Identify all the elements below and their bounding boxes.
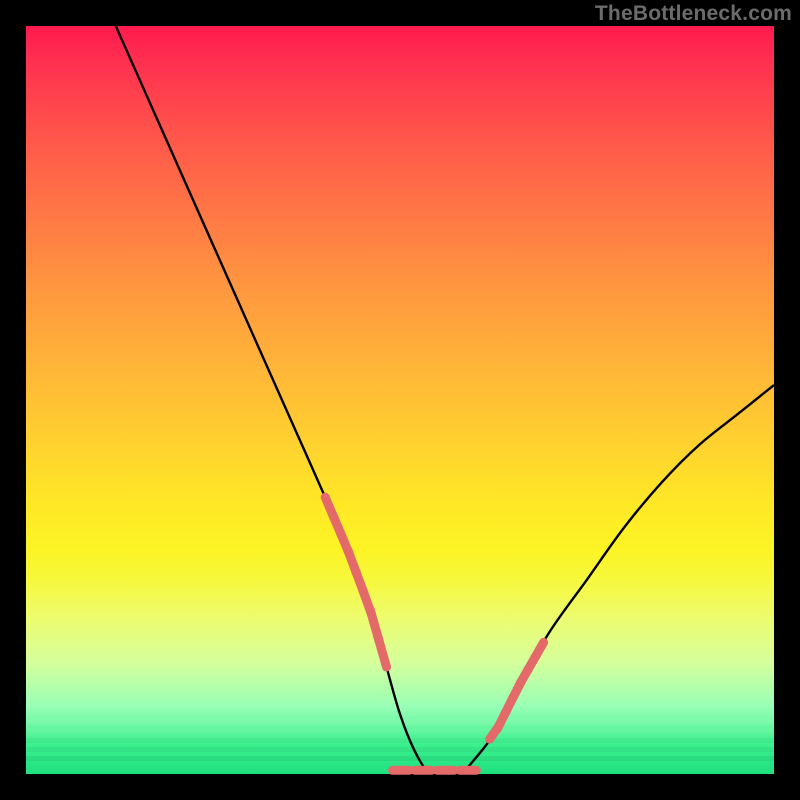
watermark-text: TheBottleneck.com [595,2,792,26]
valley-markers [325,497,543,770]
chart-area [26,26,774,774]
chart-svg [26,26,774,774]
bottleneck-curve [116,26,774,776]
